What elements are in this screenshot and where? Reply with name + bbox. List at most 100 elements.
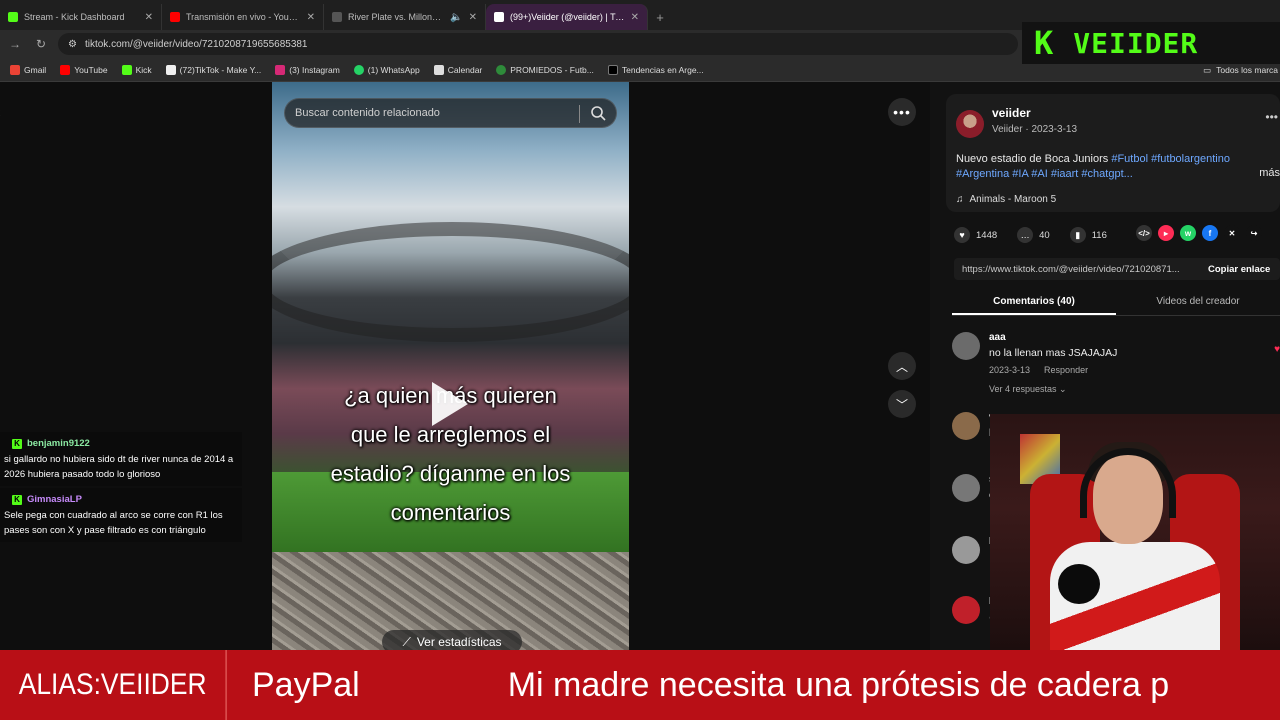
chat-message: Kbenjamin9122 si gallardo no hubiera sid… bbox=[0, 432, 242, 486]
webcam-overlay bbox=[990, 414, 1280, 650]
hashtag[interactable]: #AI bbox=[1031, 168, 1048, 180]
show-more-link[interactable]: más bbox=[1259, 167, 1280, 179]
bookmark-instagram[interactable]: (3) Instagram bbox=[275, 64, 340, 75]
youtube-favicon-icon bbox=[170, 12, 180, 22]
bookmark-youtube[interactable]: YouTube bbox=[60, 64, 108, 75]
screen: Stream - Kick Dashboard ✕ Transmisión en… bbox=[0, 0, 1280, 720]
comment-text: no la llenan mas JSAJAJAJ bbox=[989, 347, 1118, 359]
share-icon[interactable]: ↪ bbox=[1246, 225, 1262, 241]
heart-icon: ♥ bbox=[954, 227, 970, 243]
x-icon bbox=[607, 64, 618, 75]
bookmark-kick[interactable]: Kick bbox=[121, 64, 152, 75]
bookmark-whatsapp[interactable]: (1) WhatsApp bbox=[353, 64, 420, 75]
instagram-icon bbox=[275, 64, 286, 75]
new-tab-button[interactable]: + bbox=[648, 4, 672, 30]
post-description: Nuevo estadio de Boca Juniors #Futbol #f… bbox=[956, 153, 1230, 180]
x-icon[interactable]: ✕ bbox=[1224, 225, 1240, 241]
streamer-name: VEIIDER bbox=[1073, 26, 1199, 60]
kick-logo-icon: K bbox=[1034, 24, 1056, 62]
ticker-text: PayPal bbox=[252, 665, 360, 704]
stream-logo: K VEIIDER bbox=[1022, 22, 1280, 64]
banner-ticker: PayPal Mi madre necesita una prótesis de… bbox=[252, 650, 1169, 720]
avatar[interactable] bbox=[956, 110, 984, 138]
whatsapp-icon[interactable]: w bbox=[1180, 225, 1196, 241]
tiktok-favicon-icon bbox=[494, 12, 504, 22]
tab-title: Transmisión en vivo - YouTube bbox=[186, 12, 301, 22]
more-options-button[interactable]: ••• bbox=[888, 98, 916, 126]
hashtag[interactable]: #chatgpt... bbox=[1081, 168, 1132, 180]
bookmark-x[interactable]: Tendencias en Arge... bbox=[607, 64, 704, 75]
copy-link-row: https://www.tiktok.com/@veiider/video/72… bbox=[954, 258, 1280, 280]
search-icon[interactable] bbox=[590, 105, 606, 121]
stadium-roof bbox=[272, 222, 629, 342]
url-text: tiktok.com/@veiider/video/72102087196556… bbox=[84, 38, 308, 50]
comment-avatar[interactable] bbox=[952, 412, 980, 440]
kick-icon bbox=[121, 64, 132, 75]
copy-link-button[interactable]: Copiar enlace bbox=[1202, 264, 1270, 275]
play-icon[interactable] bbox=[432, 382, 468, 426]
related-search[interactable]: Buscar contenido relacionado bbox=[284, 98, 617, 128]
close-tab-icon[interactable]: ✕ bbox=[145, 12, 153, 23]
comment-avatar[interactable] bbox=[952, 474, 980, 502]
chat-message: K GimnasiaLP Sele pega con cuadrado al ar… bbox=[0, 488, 242, 542]
hashtag[interactable]: #Futbol bbox=[1111, 153, 1148, 165]
video-player[interactable]: Buscar contenido relacionado ¿a quien má… bbox=[272, 82, 629, 650]
gmail-icon bbox=[10, 64, 20, 75]
reload-icon[interactable]: ↻ bbox=[32, 35, 50, 53]
embed-icon[interactable]: </> bbox=[1136, 225, 1152, 241]
browser-tab-active[interactable]: (99+)Veiider (@veiider) | TikTok ✕ bbox=[486, 4, 648, 30]
view-stats-button[interactable]: ⟋ Ver estadísticas bbox=[382, 630, 522, 650]
post-more-icon[interactable]: ••• bbox=[1265, 110, 1278, 124]
comment-avatar[interactable] bbox=[952, 332, 980, 360]
next-video-button[interactable]: ﹀ bbox=[888, 390, 916, 418]
caption-line: comentarios bbox=[390, 500, 511, 525]
previous-video-button[interactable]: ︿ bbox=[888, 352, 916, 380]
facebook-icon[interactable]: f bbox=[1202, 225, 1218, 241]
hashtag[interactable]: #Argentina bbox=[956, 168, 1009, 180]
comment-username[interactable]: aaa bbox=[989, 332, 1006, 343]
close-video-icon[interactable]: ‹ bbox=[0, 104, 10, 124]
comment-avatar[interactable] bbox=[952, 596, 980, 624]
tab-comments[interactable]: Comentarios (40) bbox=[952, 288, 1116, 315]
video-link[interactable]: https://www.tiktok.com/@veiider/video/72… bbox=[954, 264, 1202, 275]
comment-avatar[interactable] bbox=[952, 536, 980, 564]
hashtag[interactable]: #futbolargentino bbox=[1151, 153, 1230, 165]
music-note-icon: ♫ bbox=[956, 194, 964, 205]
like-button[interactable]: ♥ 1448 bbox=[954, 227, 997, 243]
hashtag[interactable]: #iaart bbox=[1051, 168, 1079, 180]
post-music[interactable]: ♫ Animals - Maroon 5 bbox=[956, 194, 1056, 205]
save-button[interactable]: ▮ 116 bbox=[1069, 227, 1107, 243]
close-tab-icon[interactable]: ✕ bbox=[631, 12, 639, 23]
caption-line: estadio? díganme en los bbox=[330, 461, 571, 486]
bookmark-gmail[interactable]: Gmail bbox=[10, 64, 46, 75]
speaker-icon[interactable]: 🔈 bbox=[450, 12, 462, 23]
browser-tab[interactable]: Stream - Kick Dashboard ✕ bbox=[0, 4, 162, 30]
bookmark-tiktok[interactable]: (72)TikTok - Make Y... bbox=[165, 64, 261, 75]
divider bbox=[579, 105, 580, 123]
close-tab-icon[interactable]: ✕ bbox=[307, 12, 315, 23]
post-username[interactable]: veiider bbox=[992, 106, 1031, 120]
site-info-icon[interactable]: ⚙ bbox=[68, 39, 77, 50]
send-icon[interactable]: ▸ bbox=[1158, 225, 1174, 241]
forward-icon[interactable]: → bbox=[6, 35, 24, 53]
chat-text: Sele pega con cuadrado al arco se corre … bbox=[4, 510, 223, 536]
stream-chat: Kbenjamin9122 si gallardo no hubiera sid… bbox=[0, 432, 242, 544]
kick-favicon-icon bbox=[8, 12, 18, 22]
bookmark-promiedos[interactable]: PROMIEDOS - Futb... bbox=[496, 64, 594, 75]
close-tab-icon[interactable]: ✕ bbox=[469, 12, 477, 23]
comment-button[interactable]: … 40 bbox=[1017, 227, 1050, 243]
donation-banner: PayPal Mi madre necesita una prótesis de… bbox=[0, 650, 1280, 720]
url-field[interactable]: ⚙ tiktok.com/@veiider/video/721020871965… bbox=[58, 33, 1018, 55]
comment-meta: 2023-3-13 Responder bbox=[989, 365, 1088, 375]
reply-button[interactable]: Responder bbox=[1044, 365, 1088, 375]
tab-title: Stream - Kick Dashboard bbox=[24, 12, 125, 22]
view-replies-button[interactable]: Ver 4 respuestas ⌄ bbox=[989, 384, 1067, 395]
chart-icon: ⟋ bbox=[402, 634, 411, 649]
tab-creator-videos[interactable]: Videos del creador bbox=[1116, 288, 1280, 315]
comment-item: aaa no la llenan mas JSAJAJAJ 2023-3-13 … bbox=[952, 332, 1280, 396]
comment-like-icon[interactable]: ♥ bbox=[1274, 344, 1280, 355]
browser-tab[interactable]: Transmisión en vivo - YouTube ✕ bbox=[162, 4, 324, 30]
browser-tab[interactable]: River Plate vs. Millonarios | 🔈 ✕ bbox=[324, 4, 486, 30]
hashtag[interactable]: #IA bbox=[1012, 168, 1028, 180]
bookmark-calendar[interactable]: Calendar bbox=[433, 64, 482, 75]
